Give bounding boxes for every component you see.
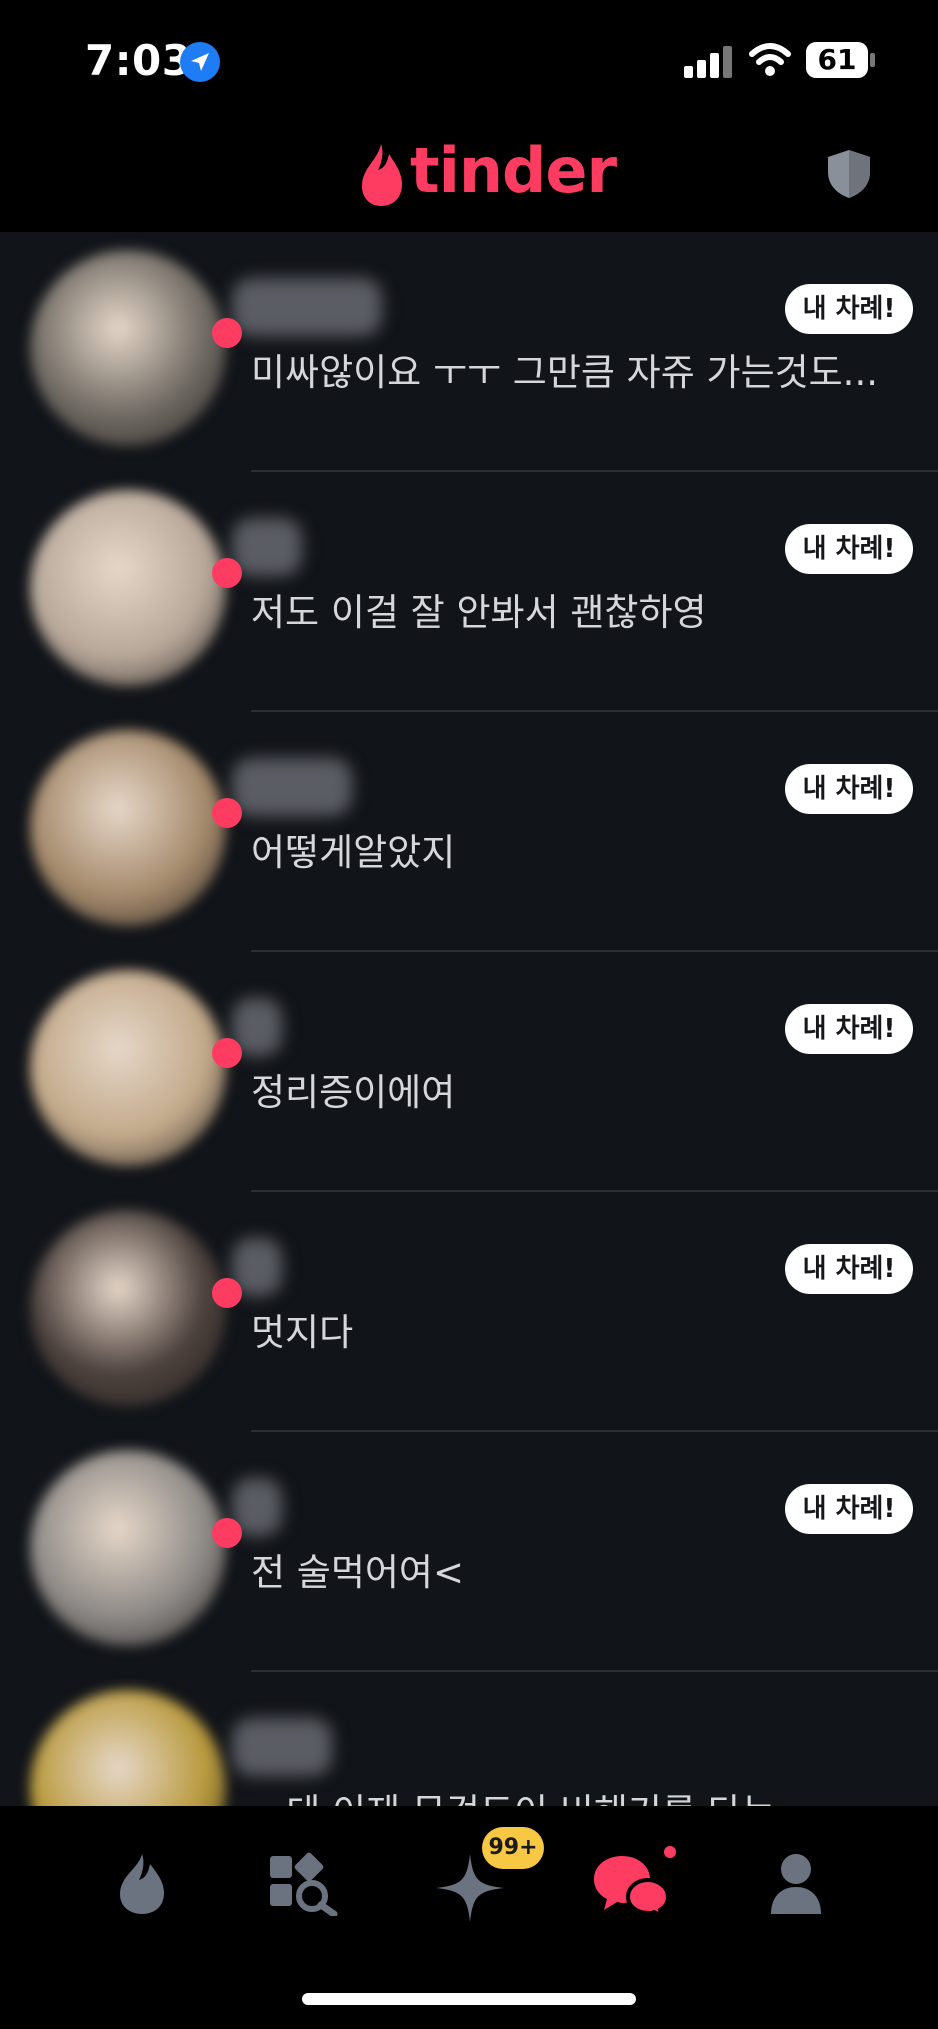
message-preview: 저도 이걸 잘 안봐서 괜찮하영 xyxy=(251,591,707,634)
unread-dot xyxy=(212,798,242,828)
your-turn-badge: 내 차례! xyxy=(785,1484,913,1534)
notification-badge: 99+ xyxy=(482,1827,544,1869)
status-time: 7:03 xyxy=(85,36,192,85)
list-item[interactable]: 어떻게알았지 내 차례! xyxy=(0,712,938,952)
name-redacted xyxy=(232,278,382,336)
avatar[interactable] xyxy=(30,1210,226,1406)
wifi-icon xyxy=(749,43,791,76)
your-turn-badge: 내 차례! xyxy=(785,1004,913,1054)
your-turn-badge: 내 차례! xyxy=(785,524,913,574)
name-redacted xyxy=(232,518,302,576)
list-item[interactable]: 미싸않이요 ㅜㅜ 그만큼 자쥬 가는것도... 내 차례! xyxy=(0,232,938,472)
battery-icon: 61 xyxy=(806,42,868,78)
battery-tip xyxy=(870,53,875,67)
list-item[interactable]: 정리증이에여 내 차례! xyxy=(0,952,938,1192)
message-preview: ...데 이제 무겁도이 비해기를 타는 xyxy=(251,1782,776,1806)
list-item[interactable]: 전 술먹어여< 내 차례! xyxy=(0,1432,938,1672)
avatar[interactable] xyxy=(30,1450,226,1646)
unread-dot xyxy=(212,1518,242,1548)
unread-dot xyxy=(212,558,242,588)
avatar[interactable] xyxy=(30,250,226,446)
shield-icon[interactable] xyxy=(826,148,872,200)
avatar[interactable] xyxy=(30,1690,226,1806)
message-preview: 미싸않이요 ㅜㅜ 그만큼 자쥬 가는것도... xyxy=(251,351,878,394)
explore-icon[interactable] xyxy=(268,1852,340,1916)
home-indicator[interactable] xyxy=(302,1993,636,2005)
name-redacted xyxy=(232,1718,332,1776)
signal-icon xyxy=(684,44,734,78)
avatar[interactable] xyxy=(30,490,226,686)
unread-indicator xyxy=(664,1846,676,1858)
list-item[interactable]: 멋지다 내 차례! xyxy=(0,1192,938,1432)
list-item[interactable]: 저도 이걸 잘 안봐서 괜찮하영 내 차례! xyxy=(0,472,938,712)
unread-dot xyxy=(212,318,242,348)
avatar[interactable] xyxy=(30,970,226,1166)
message-preview: 전 술먹어여< xyxy=(251,1551,464,1594)
name-redacted xyxy=(232,758,352,816)
location-arrow-icon xyxy=(180,42,220,82)
message-preview: 정리증이에여 xyxy=(251,1071,456,1114)
unread-dot xyxy=(212,1038,242,1068)
flame-icon[interactable] xyxy=(112,1852,172,1916)
message-preview: 멋지다 xyxy=(251,1311,354,1354)
unread-dot xyxy=(212,1278,242,1308)
app-logo-text: tinder xyxy=(410,134,617,207)
list-item[interactable]: ...데 이제 무겁도이 비해기를 타는 xyxy=(0,1672,938,1806)
chat-icon[interactable] xyxy=(592,1852,672,1918)
message-preview: 어떻게알았지 xyxy=(251,831,456,874)
profile-icon[interactable] xyxy=(768,1852,824,1916)
flame-logo-icon xyxy=(362,144,402,206)
avatar[interactable] xyxy=(30,730,226,926)
status-bar: 7:03 61 xyxy=(0,0,938,120)
your-turn-badge: 내 차례! xyxy=(785,1244,913,1294)
your-turn-badge: 내 차례! xyxy=(785,284,913,334)
your-turn-badge: 내 차례! xyxy=(785,764,913,814)
message-list[interactable]: 미싸않이요 ㅜㅜ 그만큼 자쥬 가는것도... 내 차례! 저도 이걸 잘 안봐… xyxy=(0,232,938,1806)
